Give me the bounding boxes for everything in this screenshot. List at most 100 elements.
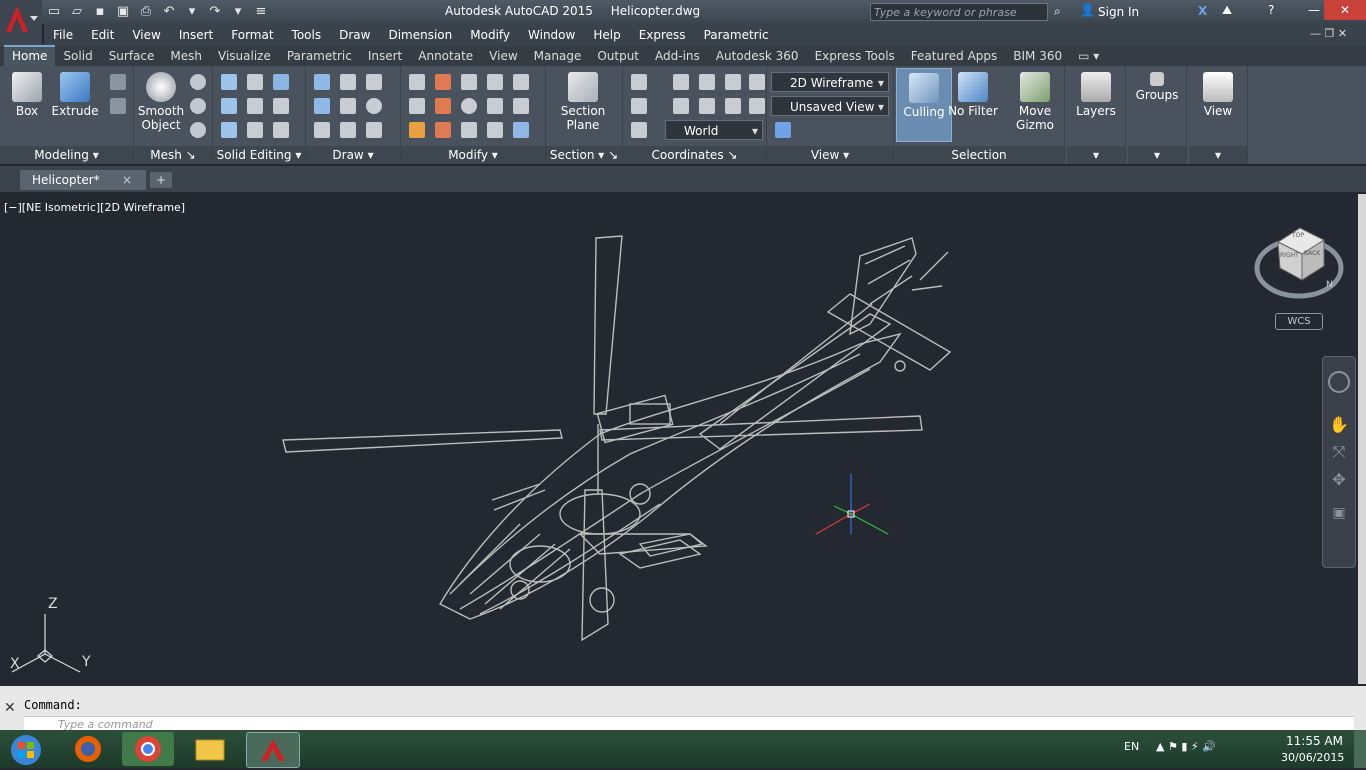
clock-date[interactable]: 30/06/2015 bbox=[1281, 751, 1344, 764]
chrome-taskbar-icon[interactable] bbox=[122, 732, 174, 766]
tab-add-ins[interactable]: Add-ins bbox=[647, 47, 708, 66]
tab-express-tools[interactable]: Express Tools bbox=[807, 47, 903, 66]
file-tab-close-icon[interactable]: × bbox=[122, 170, 132, 190]
firefox-taskbar-icon[interactable] bbox=[62, 732, 114, 766]
menu-view[interactable]: View bbox=[123, 28, 169, 42]
open-icon[interactable]: ▱ bbox=[67, 2, 87, 22]
mesh-smooth-more-icon[interactable] bbox=[190, 98, 206, 114]
wcs-menu-button[interactable]: WCS bbox=[1275, 313, 1323, 330]
redo-icon[interactable]: ↷ bbox=[205, 2, 225, 22]
mesh-sphere-icon[interactable] bbox=[190, 74, 206, 90]
undo-icon[interactable]: ↶ bbox=[159, 2, 179, 22]
show-desktop-button[interactable] bbox=[1354, 730, 1366, 768]
tab-autodesk-360[interactable]: Autodesk 360 bbox=[708, 47, 807, 66]
application-menu-button[interactable] bbox=[0, 0, 42, 46]
tab-featured-apps[interactable]: Featured Apps bbox=[903, 47, 1005, 66]
rotate-3d-icon[interactable] bbox=[435, 74, 451, 90]
ucs-object-icon[interactable] bbox=[631, 98, 647, 114]
menu-insert[interactable]: Insert bbox=[170, 28, 222, 42]
slice-icon[interactable] bbox=[247, 98, 263, 114]
clock-time[interactable]: 11:55 AM bbox=[1286, 734, 1343, 748]
tab-parametric[interactable]: Parametric bbox=[279, 47, 360, 66]
panel-title-mesh[interactable]: Mesh ↘ bbox=[134, 146, 212, 164]
menu-help[interactable]: Help bbox=[584, 28, 629, 42]
autodesk-360-icon[interactable]: ⛰ bbox=[1222, 3, 1232, 18]
extrude-button[interactable]: Extrude bbox=[48, 72, 102, 118]
tab-bim-360[interactable]: BIM 360 bbox=[1005, 47, 1070, 66]
move-icon[interactable] bbox=[461, 74, 477, 90]
command-line-close-icon[interactable]: ✕ bbox=[4, 700, 16, 716]
binoculars-icon[interactable]: ⌕ bbox=[1054, 4, 1061, 19]
fillet-icon[interactable] bbox=[409, 98, 425, 114]
saved-view-select[interactable]: Unsaved View bbox=[771, 96, 889, 117]
vertical-scrollbar[interactable] bbox=[1358, 194, 1366, 684]
sign-in-button[interactable]: Sign In bbox=[1098, 5, 1139, 19]
polyline-icon[interactable] bbox=[340, 98, 356, 114]
stretch-icon[interactable] bbox=[513, 98, 529, 114]
match-properties-icon[interactable] bbox=[409, 122, 425, 138]
customize-qat-icon[interactable]: ≡ bbox=[251, 2, 271, 22]
layers-expand[interactable]: ▾ bbox=[1067, 146, 1125, 164]
panel-title-selection[interactable]: Selection bbox=[894, 146, 1064, 164]
ucs-world-icon[interactable] bbox=[673, 74, 689, 90]
mesh-refine-icon[interactable] bbox=[190, 122, 206, 138]
tab-mesh[interactable]: Mesh bbox=[162, 47, 210, 66]
mirror-3d-icon[interactable] bbox=[435, 122, 451, 138]
plot-icon[interactable]: ⎙ bbox=[136, 2, 156, 22]
save-as-icon[interactable]: ▣ bbox=[113, 2, 133, 22]
move-gizmo-button[interactable]: Move Gizmo bbox=[1008, 72, 1062, 132]
ucs-world-select[interactable]: World bbox=[665, 120, 763, 141]
orbit-icon[interactable]: ✥ bbox=[1323, 470, 1355, 489]
autocad-taskbar-icon[interactable] bbox=[246, 732, 300, 768]
ucs-icon[interactable] bbox=[631, 74, 647, 90]
menu-file[interactable]: File bbox=[44, 28, 82, 42]
menu-edit[interactable]: Edit bbox=[82, 28, 123, 42]
helix-icon[interactable] bbox=[340, 74, 356, 90]
subtract-icon[interactable] bbox=[221, 98, 237, 114]
tab-home[interactable]: Home bbox=[4, 45, 56, 66]
menu-modify[interactable]: Modify bbox=[461, 28, 519, 42]
start-button[interactable] bbox=[0, 732, 56, 766]
explode-icon[interactable] bbox=[513, 74, 529, 90]
arc-icon[interactable] bbox=[366, 74, 382, 90]
menu-dimension[interactable]: Dimension bbox=[379, 28, 461, 42]
thicken-icon[interactable] bbox=[247, 122, 263, 138]
rotate-icon[interactable] bbox=[461, 98, 477, 114]
panel-title-draw[interactable]: Draw ▾ bbox=[306, 146, 400, 164]
pan-icon[interactable]: ✋ bbox=[1323, 415, 1355, 434]
ribbon-options-icon[interactable]: ▭ ▾ bbox=[1070, 47, 1107, 66]
menu-window[interactable]: Window bbox=[519, 28, 584, 42]
extrude-faces-icon[interactable] bbox=[273, 74, 289, 90]
new-icon[interactable]: ▭ bbox=[44, 2, 64, 22]
tab-annotate[interactable]: Annotate bbox=[410, 47, 481, 66]
steering-wheel-icon[interactable] bbox=[1328, 371, 1350, 393]
tab-output[interactable]: Output bbox=[589, 47, 647, 66]
erase-icon[interactable] bbox=[487, 122, 503, 138]
new-tab-button[interactable]: + bbox=[150, 172, 172, 188]
spline-icon[interactable] bbox=[314, 98, 330, 114]
minimize-icon[interactable]: — bbox=[1304, 0, 1324, 20]
culling-button[interactable]: Culling bbox=[896, 68, 952, 142]
trim-icon[interactable] bbox=[409, 74, 425, 90]
presspull-icon[interactable] bbox=[110, 98, 126, 114]
ucs-view-icon[interactable] bbox=[631, 122, 647, 138]
zoom-icon[interactable]: ⤧ bbox=[1323, 442, 1355, 462]
panel-title-solid-editing[interactable]: Solid Editing ▾ bbox=[213, 146, 305, 164]
ucs-z-icon[interactable] bbox=[725, 98, 741, 114]
help-icon[interactable]: ? bbox=[1268, 3, 1274, 17]
menu-express[interactable]: Express bbox=[630, 28, 695, 42]
smooth-object-button[interactable]: Smooth Object bbox=[134, 72, 188, 132]
line-icon[interactable] bbox=[314, 74, 330, 90]
ucs-origin-icon[interactable] bbox=[699, 74, 715, 90]
panel-title-modeling[interactable]: Modeling ▾ bbox=[0, 146, 133, 164]
ucs-3point-icon[interactable] bbox=[749, 98, 765, 114]
panel-title-modify[interactable]: Modify ▾ bbox=[401, 146, 545, 164]
groups-button[interactable]: Groups bbox=[1130, 72, 1184, 102]
tab-visualize[interactable]: Visualize bbox=[210, 47, 279, 66]
view-button[interactable]: View bbox=[1191, 72, 1245, 118]
exchange-apps-icon[interactable]: X bbox=[1198, 4, 1207, 18]
scale-icon[interactable] bbox=[461, 122, 477, 138]
box-button[interactable]: Box bbox=[0, 72, 54, 118]
shell-icon[interactable] bbox=[273, 122, 289, 138]
save-icon[interactable]: ▪ bbox=[90, 2, 110, 22]
